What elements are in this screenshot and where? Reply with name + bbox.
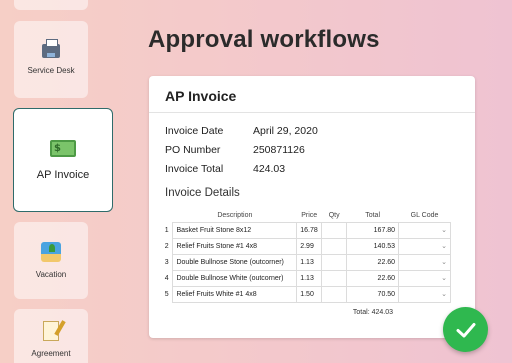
column-header: Description <box>217 211 253 219</box>
invoice-card: AP Invoice Invoice Date April 29, 2020 P… <box>149 76 475 338</box>
field-label: Invoice Date <box>165 124 224 137</box>
beach-icon <box>41 242 61 262</box>
invoice-grand-total: Total: 424.03 <box>352 309 393 316</box>
price-cell[interactable]: 1.13 <box>296 269 323 287</box>
column-header <box>161 209 173 222</box>
total-cell[interactable]: 167.80 <box>346 221 400 239</box>
total-cell[interactable]: 22.60 <box>346 269 400 287</box>
field-label: PO Number <box>165 143 221 156</box>
field-label: Invoice Total <box>165 162 224 175</box>
row-number: 3 <box>164 258 169 266</box>
total-cell[interactable]: 140.53 <box>346 237 400 255</box>
total-cell[interactable]: 70.50 <box>346 285 400 303</box>
table-row: 1 Basket Fruit Stone 8x12 16.78 167.80 ⌄ <box>161 221 451 239</box>
field-value: April 29, 2020 <box>253 124 318 137</box>
row-number: 5 <box>164 290 169 298</box>
total-cell[interactable]: 22.60 <box>346 253 400 271</box>
field-value: 424.03 <box>253 162 286 175</box>
table-row: 4 Double Bullnose White (outcorner) 1.13… <box>161 269 451 287</box>
table-header-row: Description Price Qty Total GL Code <box>161 209 451 222</box>
field-value: 250871126 <box>253 143 305 156</box>
money-icon <box>50 139 76 157</box>
description-cell[interactable]: Relief Fruits White #1 4x8 <box>172 285 298 303</box>
approve-button[interactable] <box>443 307 488 352</box>
qty-cell[interactable] <box>321 269 348 287</box>
sidebar-item-label: Vacation <box>35 270 67 279</box>
qty-cell[interactable] <box>321 253 348 271</box>
invoice-details-title: Invoice Details <box>165 187 240 199</box>
gl-code-dropdown[interactable]: ⌄ <box>398 253 451 271</box>
qty-cell[interactable] <box>321 221 348 239</box>
gl-code-dropdown[interactable]: ⌄ <box>398 221 451 239</box>
column-header: Qty <box>328 211 340 219</box>
field-row: Invoice Date April 29, 2020 <box>165 121 318 140</box>
field-row: Invoice Total 424.03 <box>165 159 318 178</box>
memo-icon <box>43 320 59 341</box>
sidebar-item-service-desk[interactable]: Service Desk <box>14 21 88 98</box>
price-cell[interactable]: 2.99 <box>296 237 323 255</box>
table-row: 2 Relief Fruits Stone #1 4x8 2.99 140.53… <box>161 237 451 255</box>
invoice-card-title: AP Invoice <box>149 76 475 113</box>
sidebar-item-vacation[interactable]: Vacation <box>14 222 88 299</box>
sidebar-item-top[interactable] <box>14 0 88 10</box>
table-row: 5 Relief Fruits White #1 4x8 1.50 70.50 … <box>161 285 451 303</box>
page-title: Approval workflows <box>148 26 380 53</box>
gl-code-dropdown[interactable]: ⌄ <box>398 285 451 303</box>
invoice-fields: Invoice Date April 29, 2020 PO Number 25… <box>165 121 318 178</box>
description-cell[interactable]: Double Bullnose Stone (outcorner) <box>172 253 298 271</box>
gl-code-dropdown[interactable]: ⌄ <box>398 237 451 255</box>
sidebar-item-label: AP Invoice <box>36 168 90 181</box>
column-header: Total <box>365 211 381 219</box>
price-cell[interactable]: 1.50 <box>296 285 323 303</box>
row-number: 4 <box>164 274 169 282</box>
row-number: 1 <box>164 226 169 234</box>
qty-cell[interactable] <box>321 237 348 255</box>
invoice-details-table: Description Price Qty Total GL Code 1 Ba… <box>161 209 451 303</box>
sidebar-item-ap-invoice[interactable]: AP Invoice <box>13 108 113 212</box>
printer-icon <box>42 39 60 58</box>
price-cell[interactable]: 16.78 <box>296 221 323 239</box>
field-row: PO Number 250871126 <box>165 140 318 159</box>
price-cell[interactable]: 1.13 <box>296 253 323 271</box>
description-cell[interactable]: Relief Fruits Stone #1 4x8 <box>172 237 298 255</box>
sidebar-item-label: Agreement <box>31 348 71 358</box>
row-number: 2 <box>164 242 169 250</box>
sidebar-item-label: Service Desk <box>27 66 75 75</box>
description-cell[interactable]: Basket Fruit Stone 8x12 <box>172 221 298 239</box>
column-header: Price <box>301 211 318 219</box>
checkmark-icon <box>456 322 475 337</box>
sidebar: Service Desk AP Invoice Vacation Agreeme… <box>0 0 130 363</box>
qty-cell[interactable] <box>321 285 348 303</box>
gl-code-dropdown[interactable]: ⌄ <box>398 269 451 287</box>
table-row: 3 Double Bullnose Stone (outcorner) 1.13… <box>161 253 451 271</box>
column-header: GL Code <box>410 211 439 219</box>
description-cell[interactable]: Double Bullnose White (outcorner) <box>172 269 298 287</box>
sidebar-item-agreement[interactable]: Agreement <box>14 309 88 363</box>
